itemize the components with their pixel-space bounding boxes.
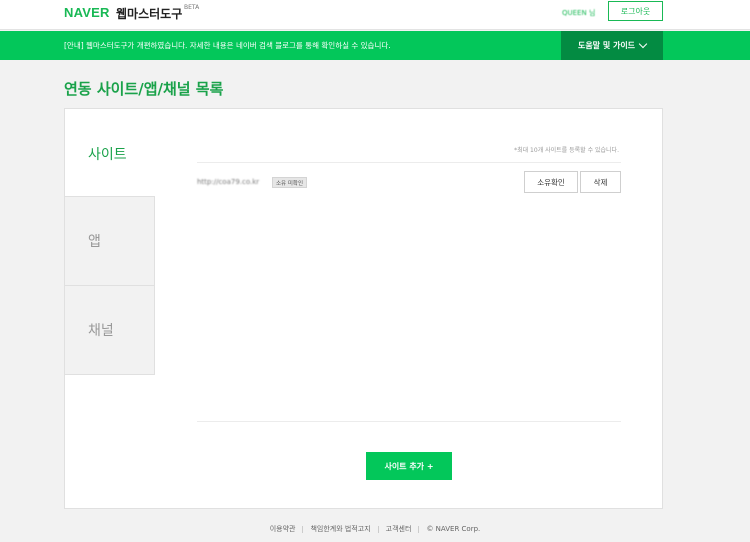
footer-copyright: © NAVER Corp. [426,525,481,533]
help-guide-label: 도움말 및 가이드 [577,41,636,50]
beta-label: BETA [184,4,200,11]
page-title: 연동 사이트/앱/채널 목록 [64,80,224,98]
verify-ownership-button[interactable]: 소유확인 [524,171,578,193]
ownership-status-badge: 소유 미확인 [272,177,308,188]
site-url[interactable]: http://coa79.co.kr [197,178,259,186]
footer-divider [418,525,420,533]
footer-divider [377,525,379,533]
naver-logo[interactable]: NAVER [64,5,110,20]
add-site-button[interactable]: 사이트 추가 + [366,452,452,480]
tab-app[interactable]: 앱 [64,197,155,286]
list-divider-top [197,162,621,163]
category-tabs: 사이트 앱 채널 [64,108,155,375]
notice-text[interactable]: [안내] 웹마스터도구가 개편하였습니다. 자세한 내용은 네이버 검색 블로그… [64,40,391,51]
footer-link-legal[interactable]: 책임한계와 법적고지 [310,525,370,533]
list-divider-bottom [197,421,621,422]
footer-link-terms[interactable]: 이용약관 [270,525,296,533]
notice-bar: [안내] 웹마스터도구가 개편하였습니다. 자세한 내용은 네이버 검색 블로그… [0,31,750,60]
footer-link-support[interactable]: 고객센터 [386,525,412,533]
tab-channel[interactable]: 채널 [64,286,155,375]
help-guide-button[interactable]: 도움말 및 가이드 [561,31,663,60]
top-header: NAVER 웹마스터도구 BETA QUEEN 님 로그아웃 [0,0,750,30]
webmaster-tools-title[interactable]: 웹마스터도구 [116,5,182,22]
footer-divider [302,525,304,533]
chevron-down-icon [638,39,648,49]
footer: 이용약관 책임한계와 법적고지 고객센터 © NAVER Corp. [0,524,750,534]
delete-site-button[interactable]: 삭제 [580,171,621,193]
tab-site[interactable]: 사이트 [64,108,155,197]
site-list-panel: 사이트 앱 채널 *최대 10개 사이트를 등록할 수 있습니다. http:/… [64,108,663,509]
logout-button[interactable]: 로그아웃 [608,1,663,21]
user-name[interactable]: QUEEN 님 [562,8,595,18]
site-limit-note: *최대 10개 사이트를 등록할 수 있습니다. [514,147,619,154]
